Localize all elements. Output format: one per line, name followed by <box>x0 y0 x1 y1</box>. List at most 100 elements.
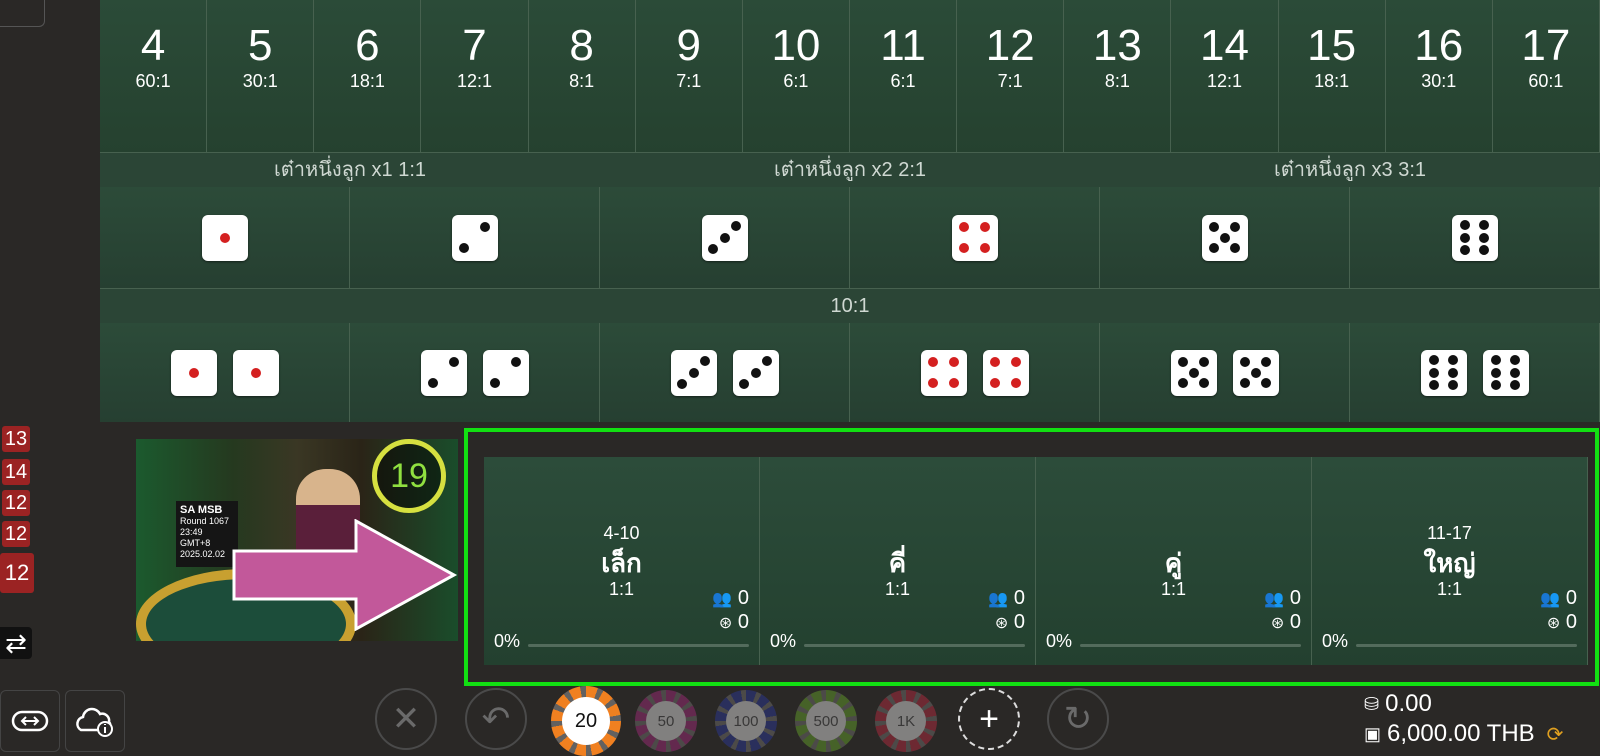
clear-button[interactable]: ✕ <box>375 688 437 750</box>
pair-dice-bet-1[interactable] <box>100 323 350 422</box>
bet-name: เล็ก <box>601 548 642 578</box>
pair-dice-bet-5[interactable] <box>1100 323 1350 422</box>
dice-5-icon <box>1232 349 1279 396</box>
undo-button[interactable]: ↶ <box>465 688 527 750</box>
bet-amount: 0.00 <box>1385 690 1432 717</box>
coins-icon: ⛁ <box>1364 693 1380 714</box>
chip-icon: ⊛ <box>994 615 1009 632</box>
total-number: 17 <box>1521 21 1571 70</box>
history-item: 12 <box>2 490 30 516</box>
total-bet-cell[interactable]: 6 18:1 <box>314 0 422 153</box>
bet-progress-bar <box>528 644 749 647</box>
dice-5-icon <box>1201 214 1248 261</box>
countdown-timer: 19 <box>372 439 446 513</box>
dice-1-icon <box>201 214 248 261</box>
bet-area-1[interactable]: คี่ 1:1 👥 0 ⊛ 0 0% <box>760 457 1036 665</box>
chips-count-row: ⊛ 0 <box>1271 611 1301 634</box>
players-count: 0 <box>737 587 749 609</box>
bet-area-2[interactable]: คู่ 1:1 👥 0 ⊛ 0 0% <box>1036 457 1312 665</box>
pair-dice-bet-3[interactable] <box>600 323 850 422</box>
total-bet-cell[interactable]: 4 60:1 <box>100 0 208 153</box>
total-number: 11 <box>880 21 926 70</box>
pair-dice-bet-4[interactable] <box>850 323 1100 422</box>
total-bet-cell[interactable]: 5 30:1 <box>207 0 315 153</box>
wallet-row: ▣ 6,000.00 THB ⟳ <box>1364 720 1563 748</box>
swap-icon[interactable]: ⇄ <box>0 627 32 659</box>
bet-name: คี่ <box>888 548 907 578</box>
video-time: 23:49 GMT+8 <box>180 527 211 548</box>
bet-range: 11-17 <box>1427 523 1472 543</box>
single-dice-bet-1[interactable] <box>100 187 350 288</box>
chip-50[interactable]: 50 <box>635 690 697 752</box>
bet-percent: 0% <box>1322 631 1349 651</box>
history-item: 13 <box>2 426 30 452</box>
chip-500[interactable]: 500 <box>795 690 857 752</box>
chips-count: 0 <box>737 611 749 633</box>
total-number: 14 <box>1200 21 1249 70</box>
total-number: 4 <box>140 21 166 70</box>
chips-count: 0 <box>1289 611 1301 633</box>
total-odds: 8:1 <box>1104 71 1130 91</box>
info-button[interactable] <box>65 690 125 752</box>
chip-20[interactable]: 20 <box>551 686 621 756</box>
bet-range: 4-10 <box>603 523 640 543</box>
total-bet-cell[interactable]: 10 6:1 <box>742 0 850 153</box>
dice-5-icon <box>1170 349 1217 396</box>
refresh-icon[interactable]: ⟳ <box>1547 722 1564 747</box>
total-odds: 60:1 <box>1528 71 1564 91</box>
pair-dice-bet-2[interactable] <box>350 323 600 422</box>
history-item: 14 <box>2 459 30 485</box>
single-dice-bet-4[interactable] <box>850 187 1100 288</box>
total-number: 16 <box>1414 21 1464 70</box>
total-bet-cell[interactable]: 9 7:1 <box>635 0 743 153</box>
chips-count: 0 <box>1013 611 1025 633</box>
dice-2-icon <box>482 349 529 396</box>
bet-progress-bar <box>1080 644 1301 647</box>
total-bet-cell[interactable]: 15 18:1 <box>1278 0 1386 153</box>
chips-count: 0 <box>1565 611 1577 633</box>
single-dice-bet-5[interactable] <box>1100 187 1350 288</box>
total-bet-cell[interactable]: 8 8:1 <box>528 0 636 153</box>
total-bet-cell[interactable]: 14 12:1 <box>1171 0 1279 153</box>
mode-toggle-button[interactable] <box>0 690 60 752</box>
live-video[interactable]: SA MSB Round 1067 23:49 GMT+8 2025.02.02… <box>136 439 458 641</box>
dice-6-icon <box>1482 349 1529 396</box>
total-number: 15 <box>1307 21 1357 70</box>
bet-progress-bar <box>1356 644 1577 647</box>
dice-1-icon <box>170 349 217 396</box>
chip-100[interactable]: 100 <box>715 690 777 752</box>
redo-button[interactable]: ↻ <box>1047 688 1109 750</box>
total-odds: 6:1 <box>783 71 809 91</box>
link-icon <box>11 710 49 732</box>
single-dice-bet-6[interactable] <box>1350 187 1600 288</box>
bet-amount-row: ⛁ 0.00 <box>1364 690 1432 718</box>
add-chip-button[interactable]: + <box>958 688 1020 750</box>
single-x3-label: เต๋าหนึ่งลูก x3 3:1 <box>1273 159 1427 181</box>
players-count: 0 <box>1565 587 1577 609</box>
total-bet-cell[interactable]: 12 7:1 <box>957 0 1065 153</box>
total-bet-cell[interactable]: 11 6:1 <box>849 0 958 153</box>
single-dice-bet-3[interactable] <box>600 187 850 288</box>
total-odds: 60:1 <box>135 71 171 91</box>
single-dice-bet-2[interactable] <box>350 187 600 288</box>
total-odds: 8:1 <box>569 71 595 91</box>
history-item: 12 <box>2 521 30 547</box>
total-bet-cell[interactable]: 7 12:1 <box>421 0 529 153</box>
total-odds: 12:1 <box>456 71 493 91</box>
players-count-row: 👥 0 <box>712 587 749 610</box>
chip-icon: ⊛ <box>718 615 733 632</box>
top-left-button[interactable] <box>0 0 45 27</box>
players-count-row: 👥 0 <box>1264 587 1301 610</box>
total-bet-cell[interactable]: 17 60:1 <box>1492 0 1600 153</box>
total-bet-cell[interactable]: 13 8:1 <box>1064 0 1172 153</box>
players-icon: 👥 <box>988 591 1009 608</box>
chip-value: 500 <box>806 701 846 741</box>
pair-dice-bet-6[interactable] <box>1350 323 1600 422</box>
video-brand: SA MSB <box>180 504 223 516</box>
total-bet-cell[interactable]: 16 30:1 <box>1385 0 1493 153</box>
chip-1K[interactable]: 1K <box>875 690 937 752</box>
dice-4-icon <box>982 349 1029 396</box>
bet-area-0[interactable]: 4-10 เล็ก 1:1 👥 0 ⊛ 0 0% <box>484 457 760 665</box>
bet-area-3[interactable]: 11-17 ใหญ่ 1:1 👥 0 ⊛ 0 0% <box>1312 457 1588 665</box>
bet-percent: 0% <box>494 631 521 651</box>
